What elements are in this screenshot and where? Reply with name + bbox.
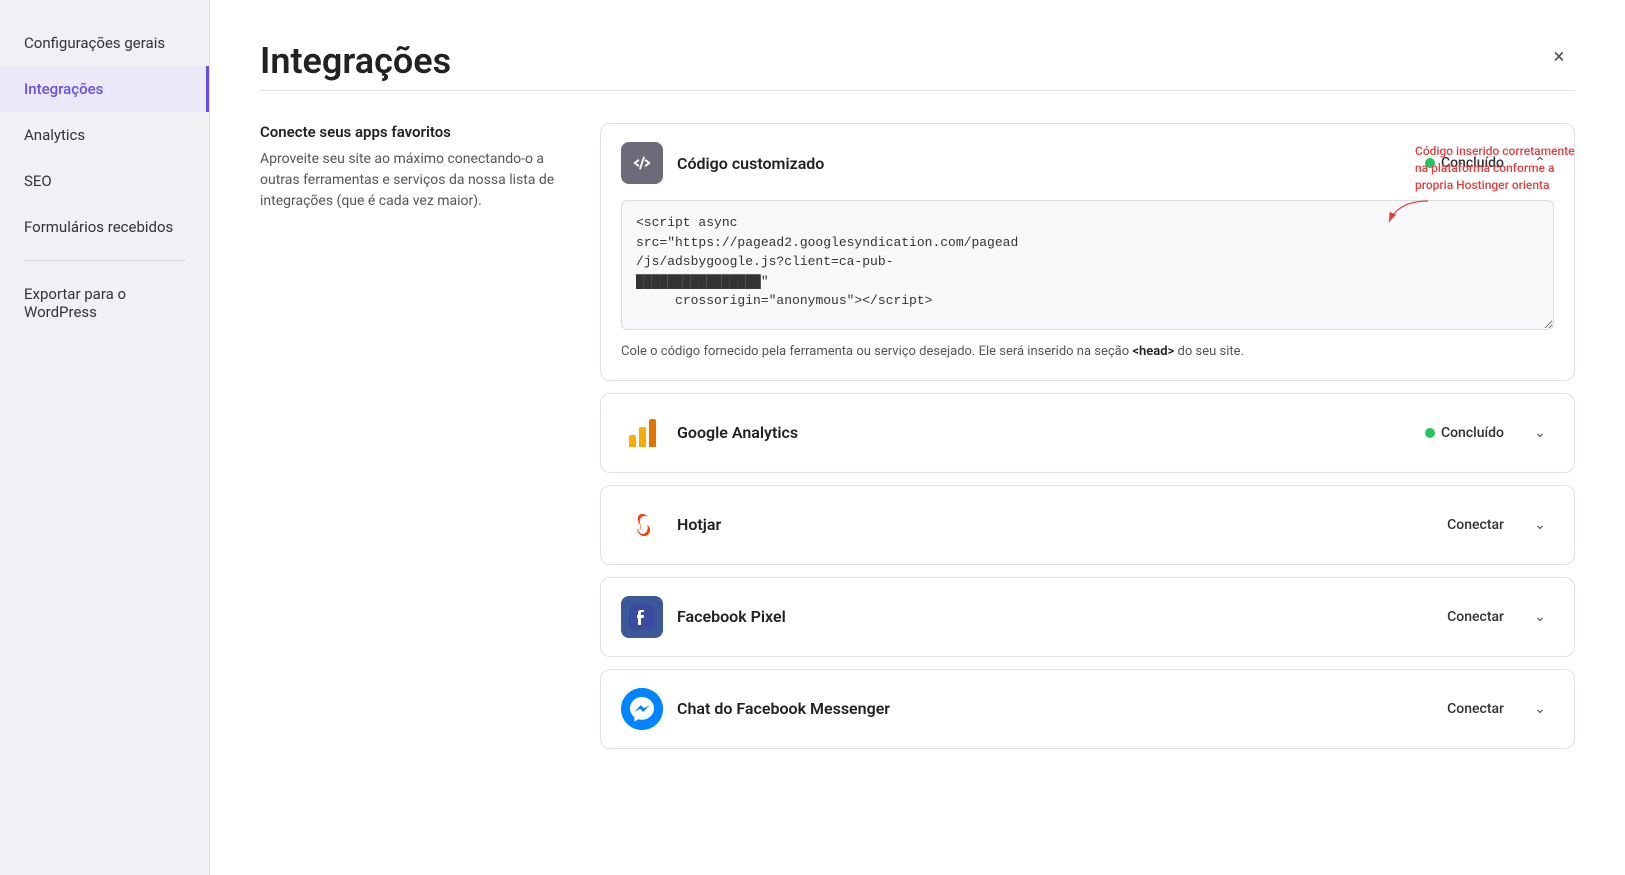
sidebar: Configurações gerais Integrações Analyti… — [0, 0, 210, 875]
card-header-fbpixel: Facebook Pixel Conectar ⌄ — [621, 596, 1554, 638]
status-label-fbpixel: Conectar — [1447, 609, 1504, 625]
close-button[interactable]: × — [1543, 40, 1575, 72]
sidebar-item-seo[interactable]: SEO — [0, 158, 209, 204]
facebook-messenger-icon — [621, 688, 663, 730]
section-description: Aproveite seu site ao máximo conectando-… — [260, 149, 560, 212]
integration-card-hotjar: Hotjar Conectar ⌄ — [600, 485, 1575, 565]
section-title: Conecte seus apps favoritos — [260, 123, 560, 141]
card-status-fbmessenger: Conectar — [1447, 701, 1504, 717]
card-status-hotjar: Conectar — [1447, 517, 1504, 533]
left-column: Conecte seus apps favoritos Aproveite se… — [260, 123, 560, 212]
code-textarea[interactable]: <script async src="https://pagead2.googl… — [621, 200, 1554, 330]
chevron-up-icon-codigo[interactable]: ⌃ — [1526, 149, 1554, 177]
integration-card-codigo-customizado: Código customizado Concluído ⌃ <script a… — [600, 123, 1575, 381]
google-analytics-icon — [621, 412, 663, 454]
card-title-codigo: Código customizado — [677, 154, 1411, 173]
main-content: Integrações × Conecte seus apps favorito… — [210, 0, 1625, 875]
sidebar-item-analytics[interactable]: Analytics — [0, 112, 209, 158]
hotjar-icon — [621, 504, 663, 546]
facebook-pixel-icon — [621, 596, 663, 638]
card-title-fbpixel: Facebook Pixel — [677, 607, 1433, 626]
integration-card-facebook-messenger: Chat do Facebook Messenger Conectar ⌄ — [600, 669, 1575, 749]
code-icon — [621, 142, 663, 184]
sidebar-item-configuracoes-gerais[interactable]: Configurações gerais — [0, 20, 209, 66]
integrations-list: Código inserido corretamente na platafor… — [600, 123, 1575, 749]
card-title-hotjar: Hotjar — [677, 515, 1433, 534]
chevron-down-icon-fbmessenger[interactable]: ⌄ — [1526, 695, 1554, 723]
card-header-fbmessenger: Chat do Facebook Messenger Conectar ⌄ — [621, 688, 1554, 730]
integration-card-google-analytics: Google Analytics Concluído ⌄ — [600, 393, 1575, 473]
head-tag-label: <head> — [1132, 344, 1174, 359]
sidebar-divider — [24, 260, 185, 261]
code-area: <script async src="https://pagead2.googl… — [621, 200, 1554, 334]
sidebar-item-integracoes[interactable]: Integrações — [0, 66, 209, 112]
card-status-fbpixel: Conectar — [1447, 609, 1504, 625]
content-layout: Conecte seus apps favoritos Aproveite se… — [260, 123, 1575, 749]
page-title: Integrações — [260, 40, 451, 82]
card-header-hotjar: Hotjar Conectar ⌄ — [621, 504, 1554, 546]
status-label-hotjar: Conectar — [1447, 517, 1504, 533]
sidebar-item-formularios[interactable]: Formulários recebidos — [0, 204, 209, 250]
status-dot-ga — [1425, 428, 1435, 438]
code-description: Cole o código fornecido pela ferramenta … — [621, 342, 1554, 362]
card-title-fbmessenger: Chat do Facebook Messenger — [677, 699, 1433, 718]
page-header: Integrações × — [260, 40, 1575, 82]
chevron-down-icon-ga[interactable]: ⌄ — [1526, 419, 1554, 447]
card-header-ga: Google Analytics Concluído ⌄ — [621, 412, 1554, 454]
status-label-codigo: Concluído — [1441, 155, 1504, 171]
status-label-fbmessenger: Conectar — [1447, 701, 1504, 717]
header-divider — [260, 90, 1575, 91]
integration-card-facebook-pixel: Facebook Pixel Conectar ⌄ — [600, 577, 1575, 657]
status-label-ga: Concluído — [1441, 425, 1504, 441]
card-status-codigo: Concluído — [1425, 155, 1504, 171]
status-dot-codigo — [1425, 158, 1435, 168]
card-header-codigo: Código customizado Concluído ⌃ — [621, 142, 1554, 184]
chevron-down-icon-fbpixel[interactable]: ⌄ — [1526, 603, 1554, 631]
card-status-ga: Concluído — [1425, 425, 1504, 441]
card-title-ga: Google Analytics — [677, 423, 1411, 442]
chevron-down-icon-hotjar[interactable]: ⌄ — [1526, 511, 1554, 539]
sidebar-item-exportar-wordpress[interactable]: Exportar para o WordPress — [0, 271, 209, 335]
